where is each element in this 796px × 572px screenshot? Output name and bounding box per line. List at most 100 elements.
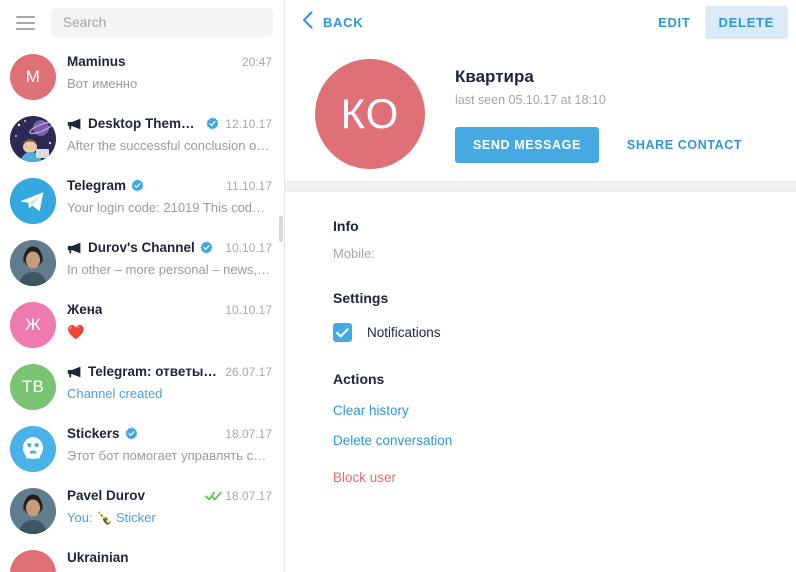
contact-photo bbox=[10, 240, 56, 286]
info-section-title: Info bbox=[333, 218, 359, 234]
chat-item-preview: Your login code: 21019 This code … bbox=[67, 200, 272, 216]
chat-item-time: 18.07.17 bbox=[225, 426, 272, 441]
chat-list-item[interactable]: Desktop Themes... 12.10.17 After the succe… bbox=[0, 107, 284, 169]
avatar[interactable] bbox=[10, 178, 56, 224]
chat-item-title-row: Maminus 20:47 bbox=[67, 55, 272, 69]
chat-item-meta: 20:47 bbox=[236, 56, 272, 68]
avatar[interactable] bbox=[10, 116, 56, 162]
chat-item-meta: 18.07.17 bbox=[199, 490, 272, 502]
chat-list-item[interactable]: Stickers 18.07.17 Этот бот помогает управл… bbox=[0, 417, 284, 479]
verified-badge-icon bbox=[124, 427, 138, 440]
search-placeholder: Search bbox=[63, 15, 107, 30]
chat-item-time: 20:47 bbox=[241, 54, 272, 69]
delete-button[interactable]: DELETE bbox=[704, 6, 788, 39]
chat-item-body: Desktop Themes... 12.10.17 After the succe… bbox=[56, 116, 272, 154]
chat-item-time: 18.07.17 bbox=[225, 488, 272, 503]
chat-item-name: Ukrainian bbox=[67, 551, 129, 565]
chat-item-preview: After the successful conclusion of… bbox=[67, 138, 272, 154]
channel-megaphone-icon bbox=[67, 118, 82, 130]
checkmark-icon bbox=[336, 327, 349, 337]
avatar[interactable] bbox=[10, 240, 56, 286]
channel-megaphone-icon bbox=[67, 242, 82, 254]
edit-button[interactable]: EDIT bbox=[644, 6, 704, 39]
detail-sections: Info Mobile: Settings Notifications Acti… bbox=[285, 192, 796, 485]
chat-item-name: Stickers bbox=[67, 427, 120, 441]
chat-item-body: Telegram: ответы … 26.07.17 Channel create… bbox=[56, 364, 272, 402]
verified-badge-icon bbox=[131, 179, 144, 192]
settings-section: Settings Notifications bbox=[333, 290, 796, 342]
chat-list-item[interactable]: Durov's Channel 10.10.17 In other – more p… bbox=[0, 231, 284, 293]
avatar[interactable]: M bbox=[10, 54, 56, 100]
share-contact-button[interactable]: SHARE CONTACT bbox=[621, 127, 748, 163]
profile-block: КО Квартира last seen 05.10.17 at 18:10 … bbox=[285, 45, 796, 169]
chat-list-item[interactable]: Pavel Durov 18.07.17 You: 🍾 Sticker bbox=[0, 479, 284, 541]
back-label: BACK bbox=[323, 15, 364, 30]
chevron-left-icon bbox=[302, 11, 313, 34]
read-receipt-icon bbox=[205, 491, 223, 501]
chat-item-preview: Channel created bbox=[67, 386, 272, 402]
chat-list-item[interactable]: M Maminus 20:47 Вот именно bbox=[0, 45, 284, 107]
avatar[interactable]: Ж bbox=[10, 302, 56, 348]
chat-item-meta: 11.10.17 bbox=[220, 180, 272, 192]
chat-item-body: Telegram 11.10.17 Your login code: 21019 T… bbox=[56, 178, 272, 216]
chat-item-title-row: Pavel Durov 18.07.17 bbox=[67, 489, 272, 503]
avatar-initials: M bbox=[25, 67, 41, 86]
notifications-checkbox[interactable] bbox=[333, 323, 352, 342]
chat-list[interactable]: M Maminus 20:47 Вот именно Desktop Themes...… bbox=[0, 45, 284, 572]
avatar-initials: ТВ bbox=[21, 377, 45, 396]
block-user-link[interactable]: Block user bbox=[333, 470, 796, 485]
preview-text: Your login code: 21019 This code … bbox=[67, 199, 272, 215]
chat-item-name: Durov's Channel bbox=[88, 241, 195, 255]
avatar[interactable] bbox=[10, 550, 56, 572]
sidebar-header: Search bbox=[0, 0, 284, 45]
chat-list-item[interactable]: Ж Жена 10.10.17 ❤️ bbox=[0, 293, 284, 355]
chat-list-item[interactable]: ТВ Telegram: ответы … 26.07.17 Channel crea… bbox=[0, 355, 284, 417]
avatar[interactable]: ТВ bbox=[10, 364, 56, 410]
notifications-label: Notifications bbox=[367, 325, 441, 340]
verified-badge-icon bbox=[200, 241, 213, 254]
theme-photo bbox=[10, 116, 56, 162]
contact-info-panel: BACK EDIT DELETE КО Квартира last seen 0… bbox=[285, 0, 796, 572]
chat-item-time: 12.10.17 bbox=[225, 116, 272, 131]
section-divider bbox=[285, 181, 796, 192]
avatar[interactable]: КО bbox=[315, 59, 425, 169]
info-section: Info Mobile: bbox=[333, 218, 796, 261]
notifications-row[interactable]: Notifications bbox=[333, 323, 796, 342]
back-button[interactable]: BACK bbox=[297, 4, 372, 41]
chat-item-title-row: Ukrainian bbox=[67, 551, 272, 565]
settings-section-title: Settings bbox=[333, 290, 389, 306]
preview-text: After the successful conclusion of… bbox=[67, 137, 272, 153]
avatar[interactable] bbox=[10, 426, 56, 472]
chat-list-item[interactable]: Telegram 11.10.17 Your login code: 21019 T… bbox=[0, 169, 284, 231]
search-input[interactable]: Search bbox=[51, 8, 273, 37]
chat-item-body: Pavel Durov 18.07.17 You: 🍾 Sticker bbox=[56, 488, 272, 526]
chat-item-time: 10.10.17 bbox=[225, 240, 272, 255]
hamburger-menu-icon[interactable] bbox=[10, 8, 40, 38]
chat-item-name: Жена bbox=[67, 303, 103, 317]
chat-list-scrollbar[interactable] bbox=[279, 216, 283, 242]
chat-item-time: 26.07.17 bbox=[225, 364, 272, 379]
chat-item-time: 11.10.17 bbox=[226, 178, 272, 193]
chat-item-meta: 12.10.17 bbox=[219, 118, 272, 130]
chat-item-name: Telegram: ответы … bbox=[88, 365, 220, 379]
preview-text: Вот именно bbox=[67, 75, 138, 91]
page-title: Квартира bbox=[455, 67, 534, 86]
chat-list-item[interactable]: Ukrainian bbox=[0, 541, 284, 572]
telegram-desktop-window: Search M Maminus 20:47 Вот именно Desktop Th… bbox=[0, 0, 796, 572]
mobile-label: Mobile: bbox=[333, 246, 375, 261]
chat-item-title-row: Жена 10.10.17 bbox=[67, 303, 272, 317]
stickers-bot-icon bbox=[10, 426, 56, 472]
delete-conversation-link[interactable]: Delete conversation bbox=[333, 433, 796, 448]
preview-text: In other – more personal – news, … bbox=[67, 261, 272, 277]
contact-photo bbox=[10, 488, 56, 534]
profile-info: Квартира last seen 05.10.17 at 18:10 SEN… bbox=[425, 59, 796, 169]
chat-item-time: 10.10.17 bbox=[225, 302, 272, 317]
send-message-button[interactable]: SEND MESSAGE bbox=[455, 127, 599, 163]
clear-history-link[interactable]: Clear history bbox=[333, 403, 796, 418]
avatar-initials: КО bbox=[340, 90, 400, 137]
preview-sender-prefix: You: bbox=[67, 509, 97, 525]
panel-header: BACK EDIT DELETE bbox=[285, 0, 796, 45]
avatar[interactable] bbox=[10, 488, 56, 534]
chat-item-meta: 10.10.17 bbox=[219, 242, 272, 254]
chat-item-body: Жена 10.10.17 ❤️ bbox=[56, 302, 272, 341]
